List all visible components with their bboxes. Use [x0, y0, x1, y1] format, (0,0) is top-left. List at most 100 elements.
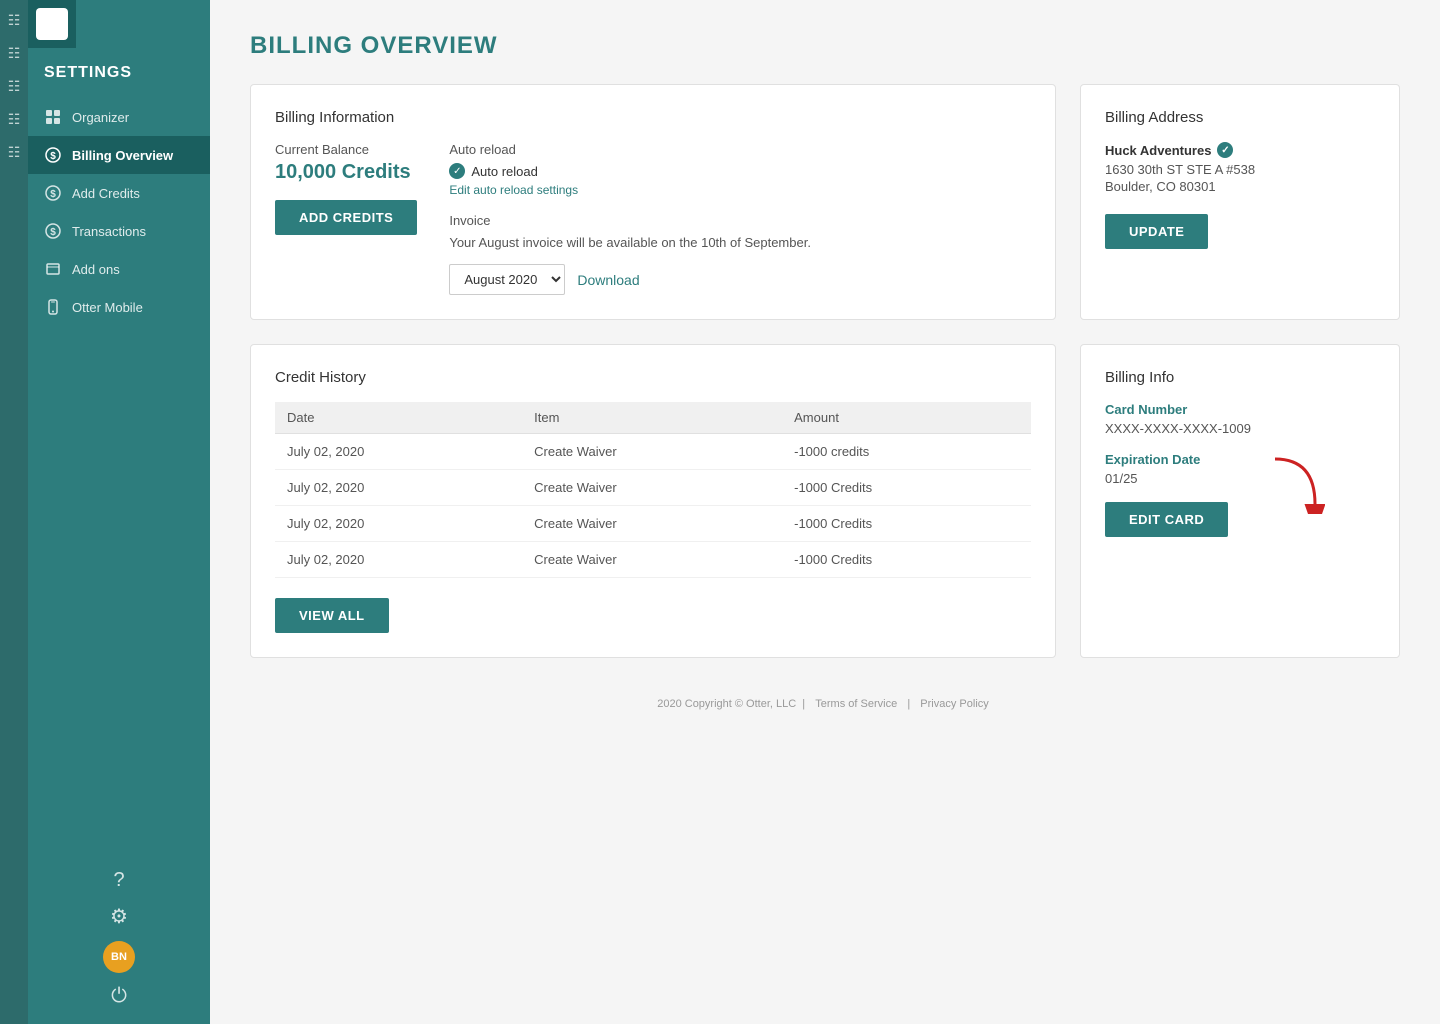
- document-icon[interactable]: ☷: [8, 78, 21, 95]
- credit-history-title: Credit History: [275, 369, 1031, 386]
- cell-amount: -1000 Credits: [782, 470, 1031, 506]
- gear-icon[interactable]: ⚙: [110, 904, 128, 929]
- auto-reload-text: Auto reload: [471, 164, 538, 179]
- card-number-value: XXXX-XXXX-XXXX-1009: [1105, 421, 1375, 436]
- sidebar-item-add-ons-label: Add ons: [72, 262, 120, 277]
- invoice-row: August 2020 Download: [449, 264, 1031, 295]
- table-header-row: Date Item Amount: [275, 402, 1031, 434]
- svg-text:$: $: [50, 151, 56, 162]
- col-date: Date: [275, 402, 522, 434]
- billing-info-small-card: Billing Info Card Number XXXX-XXXX-XXXX-…: [1080, 344, 1400, 658]
- card-number-label: Card Number: [1105, 402, 1375, 417]
- sidebar-item-otter-mobile[interactable]: Otter Mobile: [28, 288, 210, 326]
- table-row: July 02, 2020 Create Waiver -1000 Credit…: [275, 470, 1031, 506]
- bottom-cards-row: Credit History Date Item Amount July 02,…: [250, 344, 1400, 658]
- billing-left: Current Balance 10,000 Credits Add Credi…: [275, 142, 417, 295]
- edit-auto-reload-link[interactable]: Edit auto reload settings: [449, 183, 1031, 197]
- table-body: July 02, 2020 Create Waiver -1000 credit…: [275, 434, 1031, 578]
- cell-item: Create Waiver: [522, 470, 782, 506]
- update-btn-wrap: UPDATE: [1105, 214, 1375, 249]
- cell-date: July 02, 2020: [275, 506, 522, 542]
- address-checkmark: ✓: [1217, 142, 1233, 158]
- cell-date: July 02, 2020: [275, 434, 522, 470]
- icon-bar-top: ☷ ☷ ☷ ☷ ☷: [8, 8, 21, 1016]
- credit-history-card: Credit History Date Item Amount July 02,…: [250, 344, 1056, 658]
- svg-text:$: $: [50, 227, 56, 238]
- sidebar-item-add-ons[interactable]: Add ons: [28, 250, 210, 288]
- svg-text:$: $: [50, 189, 56, 200]
- billing-info-body: Current Balance 10,000 Credits Add Credi…: [275, 142, 1031, 295]
- layout-icon[interactable]: ☷: [8, 45, 21, 62]
- auto-reload-checkmark: ✓: [449, 163, 465, 179]
- cell-date: July 02, 2020: [275, 542, 522, 578]
- top-cards-row: Billing Information Current Balance 10,0…: [250, 84, 1400, 320]
- view-all-wrap: VIEW ALL: [275, 598, 1031, 633]
- page-title: BILLING OVERVIEW: [250, 32, 1400, 60]
- sidebar-item-billing-overview-label: Billing Overview: [72, 148, 173, 163]
- grid-icon[interactable]: ☷: [8, 12, 21, 29]
- avatar-initials: BN: [111, 951, 127, 963]
- sidebar-bottom: ? ⚙ BN ⏻: [28, 869, 210, 1024]
- invoice-month-select[interactable]: August 2020: [449, 264, 565, 295]
- table-row: July 02, 2020 Create Waiver -1000 Credit…: [275, 506, 1031, 542]
- cell-item: Create Waiver: [522, 542, 782, 578]
- sidebar-item-otter-mobile-label: Otter Mobile: [72, 300, 143, 315]
- cell-item: Create Waiver: [522, 434, 782, 470]
- billing-info-small-title: Billing Info: [1105, 369, 1375, 386]
- edit-card-button[interactable]: EDIT CARD: [1105, 502, 1228, 537]
- billing-address-line2: Boulder, CO 80301: [1105, 179, 1375, 194]
- table-row: July 02, 2020 Create Waiver -1000 credit…: [275, 434, 1031, 470]
- user-icon[interactable]: ☷: [8, 144, 21, 161]
- add-credits-icon: $: [44, 184, 62, 202]
- cell-amount: -1000 Credits: [782, 542, 1031, 578]
- cell-date: July 02, 2020: [275, 470, 522, 506]
- billing-address-card-title: Billing Address: [1105, 109, 1375, 126]
- billing-address-company: Huck Adventures ✓: [1105, 142, 1375, 158]
- power-icon[interactable]: ⏻: [111, 985, 127, 1008]
- logo-image: [36, 8, 68, 40]
- col-amount: Amount: [782, 402, 1031, 434]
- edit-card-btn-wrap: EDIT CARD: [1105, 502, 1375, 537]
- sidebar-item-add-credits-label: Add Credits: [72, 186, 140, 201]
- expiration-value: 01/25: [1105, 471, 1375, 486]
- avatar[interactable]: BN: [103, 941, 135, 973]
- main-content: BILLING OVERVIEW Billing Information Cur…: [210, 0, 1440, 1024]
- icon-bar: ☷ ☷ ☷ ☷ ☷: [0, 0, 28, 1024]
- col-item: Item: [522, 402, 782, 434]
- organizer-icon: [44, 108, 62, 126]
- otter-mobile-icon: [44, 298, 62, 316]
- billing-information-card: Billing Information Current Balance 10,0…: [250, 84, 1056, 320]
- sidebar-item-billing-overview[interactable]: $ Billing Overview: [28, 136, 210, 174]
- cell-item: Create Waiver: [522, 506, 782, 542]
- footer-privacy[interactable]: Privacy Policy: [920, 698, 988, 710]
- layers-icon[interactable]: ☷: [8, 111, 21, 128]
- cell-amount: -1000 Credits: [782, 506, 1031, 542]
- auto-reload-label: Auto reload: [449, 142, 1031, 157]
- sidebar-item-organizer[interactable]: Organizer: [28, 98, 210, 136]
- addons-icon: [44, 260, 62, 278]
- red-arrow-annotation: [1265, 454, 1325, 514]
- auto-reload-row: ✓ Auto reload: [449, 163, 1031, 179]
- billing-right: Auto reload ✓ Auto reload Edit auto relo…: [449, 142, 1031, 295]
- expiration-label: Expiration Date: [1105, 452, 1375, 467]
- sidebar-title: SETTINGS: [28, 48, 210, 90]
- billing-address-card: Billing Address Huck Adventures ✓ 1630 3…: [1080, 84, 1400, 320]
- footer-terms[interactable]: Terms of Service: [815, 698, 897, 710]
- sidebar-item-add-credits[interactable]: $ Add Credits: [28, 174, 210, 212]
- sidebar-item-transactions-label: Transactions: [72, 224, 146, 239]
- table-header: Date Item Amount: [275, 402, 1031, 434]
- sidebar-logo: [28, 0, 76, 48]
- update-button[interactable]: UPDATE: [1105, 214, 1208, 249]
- billing-address-line1: 1630 30th ST STE A #538: [1105, 162, 1375, 177]
- invoice-text: Your August invoice will be available on…: [449, 234, 1031, 252]
- view-all-button[interactable]: VIEW ALL: [275, 598, 389, 633]
- question-icon[interactable]: ?: [113, 869, 124, 892]
- download-link[interactable]: Download: [577, 272, 639, 288]
- add-credits-button[interactable]: Add Credits: [275, 200, 417, 235]
- cell-amount: -1000 credits: [782, 434, 1031, 470]
- transactions-icon: $: [44, 222, 62, 240]
- sidebar-item-transactions[interactable]: $ Transactions: [28, 212, 210, 250]
- credit-history-table: Date Item Amount July 02, 2020 Create Wa…: [275, 402, 1031, 578]
- current-balance-label: Current Balance: [275, 142, 417, 157]
- invoice-label: Invoice: [449, 213, 1031, 228]
